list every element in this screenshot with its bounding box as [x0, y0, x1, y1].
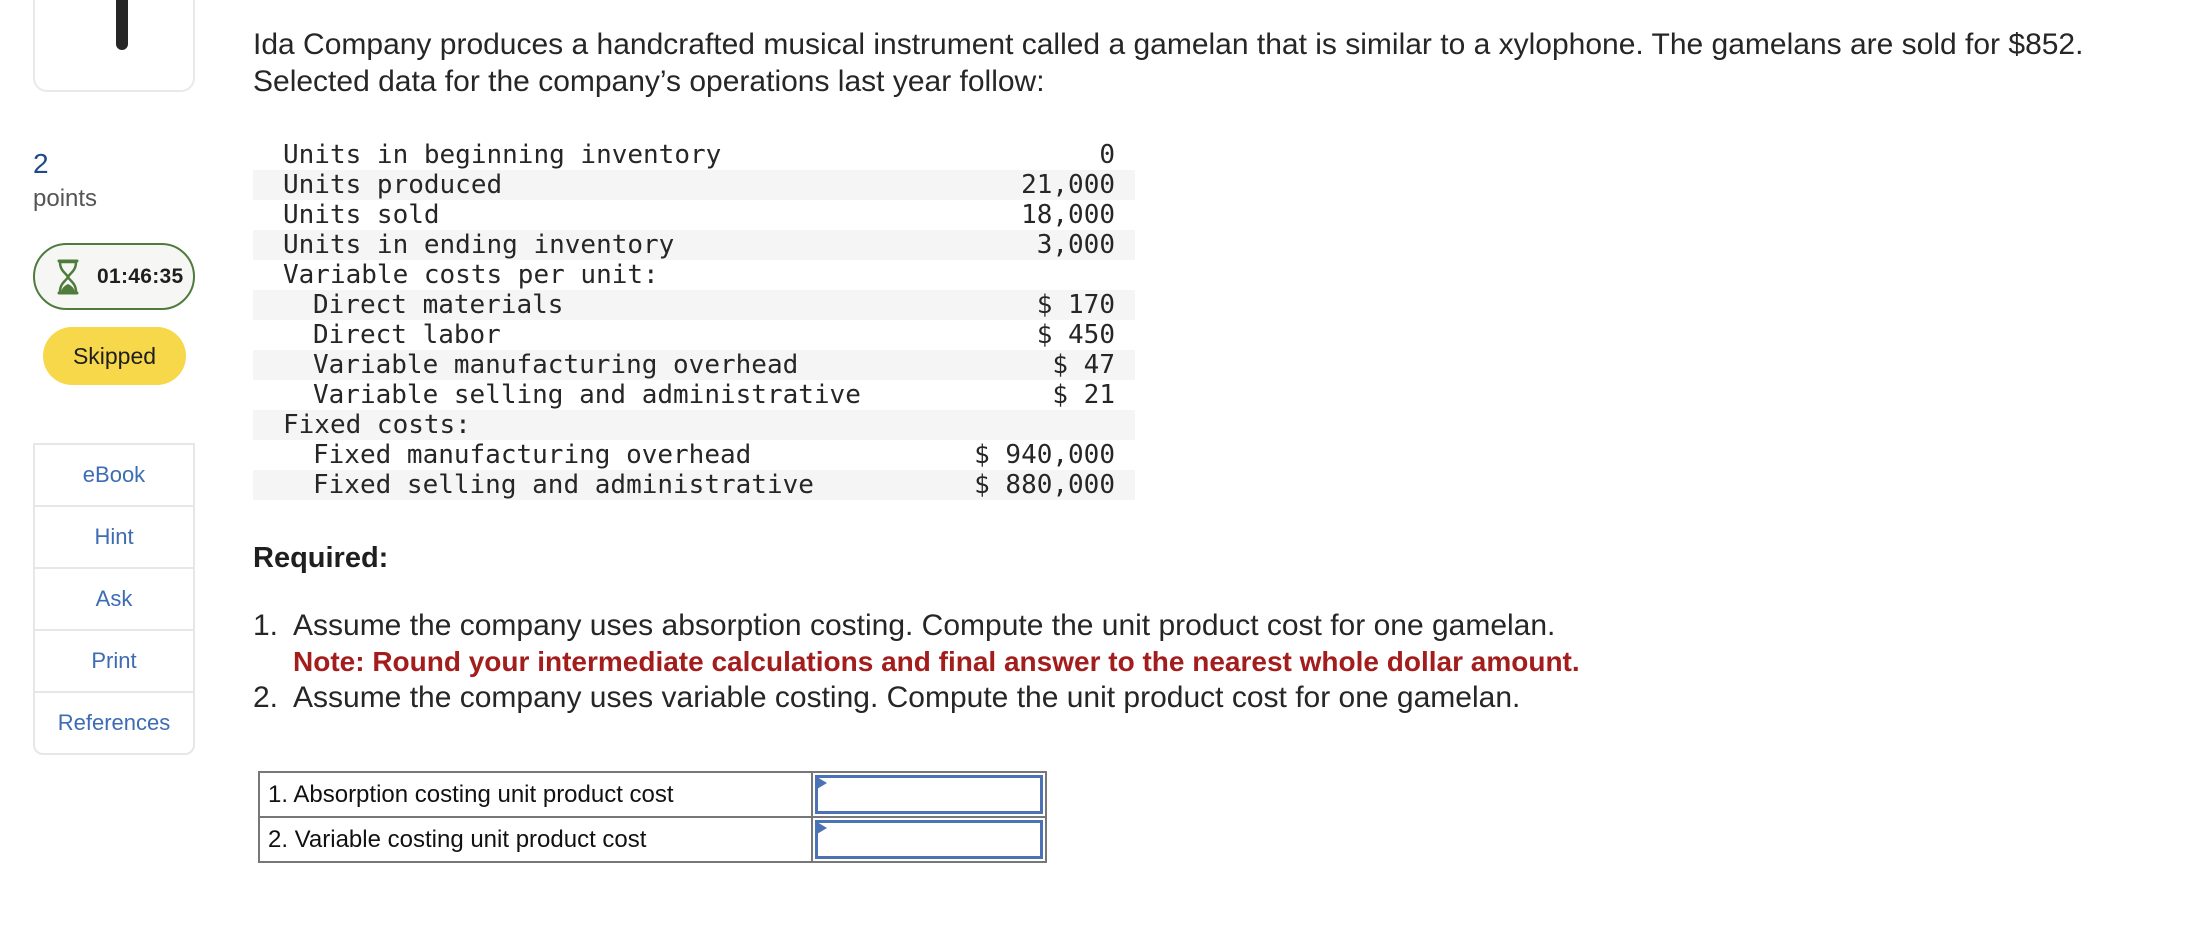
row-label: Direct materials	[253, 290, 951, 320]
ask-button[interactable]: Ask	[35, 569, 193, 631]
row-value: 3,000	[950, 230, 1135, 260]
row-label: Units in beginning inventory	[283, 140, 722, 170]
points-value: 2	[33, 148, 49, 179]
answer-row: 1. Absorption costing unit product cost	[258, 771, 1047, 818]
section-label: Variable costs per unit:	[283, 260, 659, 290]
row-label: Fixed selling and administrative	[253, 470, 951, 500]
row-value: 18,000	[1021, 200, 1115, 230]
print-button[interactable]: Print	[35, 631, 193, 693]
row-value: $ 170	[950, 290, 1135, 320]
references-button[interactable]: References	[35, 693, 193, 753]
table-row: Units sold 18,000	[253, 200, 1135, 230]
input-flag-icon	[817, 822, 827, 834]
timer-value: 01:46:35	[97, 264, 184, 288]
requirement-item: 1. Assume the company uses absorption co…	[253, 608, 1580, 680]
row-value	[950, 410, 1135, 440]
requirement-number: 1.	[253, 609, 279, 642]
answer-label: 1. Absorption costing unit product cost	[258, 771, 813, 818]
input-flag-icon	[817, 777, 827, 789]
ebook-button[interactable]: eBook	[35, 445, 193, 507]
table-row: Variable costs per unit:	[253, 260, 1135, 290]
required-heading: Required:	[253, 542, 389, 574]
row-label: Variable selling and administrative	[313, 380, 861, 410]
row-value: $ 940,000	[974, 440, 1115, 470]
table-row: Units produced 21,000	[253, 170, 1135, 200]
answer-row: 2. Variable costing unit product cost	[258, 816, 1047, 863]
problem-intro: Ida Company produces a handcrafted music…	[253, 28, 2084, 98]
requirement-number: 2.	[253, 681, 279, 714]
row-value: $ 450	[1036, 320, 1115, 350]
table-row: Variable selling and administrative $ 21	[253, 380, 1135, 410]
rounding-note: Note: Round your intermediate calculatio…	[293, 646, 1580, 677]
variable-cost-input[interactable]	[815, 820, 1043, 859]
row-value: 21,000	[950, 170, 1135, 200]
row-value: $ 21	[1052, 380, 1115, 410]
table-row: Variable manufacturing overhead $ 47	[253, 350, 1135, 380]
row-label: Variable manufacturing overhead	[253, 350, 951, 380]
row-label: Units sold	[283, 200, 440, 230]
timer-badge: 01:46:35	[33, 243, 195, 310]
previous-question-card	[33, 0, 195, 92]
requirement-item: 2. Assume the company uses variable cost…	[253, 680, 1580, 716]
question-tools-menu: eBook Hint Ask Print References	[33, 443, 195, 755]
row-label: Fixed manufacturing overhead	[313, 440, 752, 470]
answer-label: 2. Variable costing unit product cost	[258, 816, 813, 863]
row-label: Units produced	[253, 170, 951, 200]
table-row: Units in ending inventory 3,000	[253, 230, 1135, 260]
table-row: Direct labor $ 450	[253, 320, 1135, 350]
table-row: Fixed selling and administrative $ 880,0…	[253, 470, 1135, 500]
status-badge-skipped: Skipped	[43, 327, 186, 385]
points-label: points	[33, 185, 98, 212]
table-row: Units in beginning inventory 0	[253, 140, 1135, 170]
table-row: Direct materials $ 170	[253, 290, 1135, 320]
scroll-handle-icon	[116, 0, 128, 50]
operations-data-table: Units in beginning inventory 0 Units pro…	[253, 140, 1135, 500]
answer-table: 1. Absorption costing unit product cost …	[258, 771, 1047, 863]
hourglass-icon	[57, 259, 79, 294]
requirements-list: 1. Assume the company uses absorption co…	[253, 608, 1580, 716]
row-value: $ 880,000	[950, 470, 1135, 500]
row-label: Units in ending inventory	[253, 230, 951, 260]
absorption-cost-input[interactable]	[815, 775, 1043, 814]
table-row: Fixed costs:	[253, 410, 1135, 440]
row-value: 0	[1099, 140, 1115, 170]
row-label: Direct labor	[313, 320, 501, 350]
requirement-text: Assume the company uses variable costing…	[293, 681, 1521, 714]
row-value: $ 47	[950, 350, 1135, 380]
requirement-text: Assume the company uses absorption costi…	[293, 609, 1556, 642]
section-label: Fixed costs:	[253, 410, 951, 440]
row-value	[950, 260, 1135, 290]
table-row: Fixed manufacturing overhead $ 940,000	[253, 440, 1135, 470]
hint-button[interactable]: Hint	[35, 507, 193, 569]
